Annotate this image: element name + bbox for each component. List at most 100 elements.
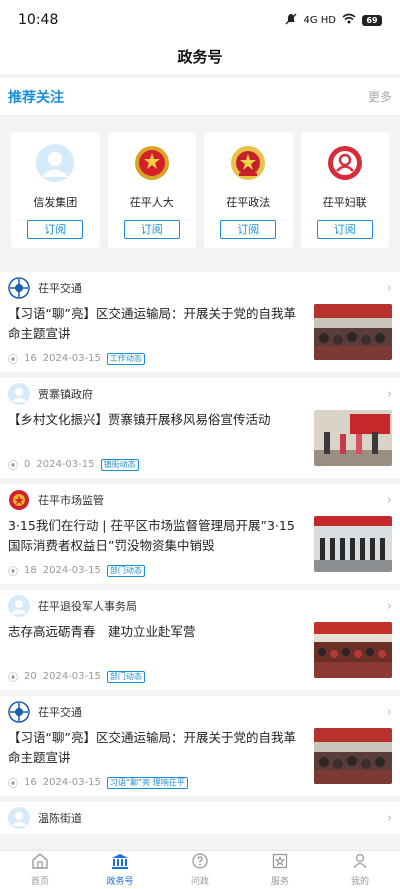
views-icon: ⦿	[8, 567, 18, 578]
network-label: 4G HD	[303, 14, 336, 26]
post-header[interactable]: 茌平交通 ›	[8, 272, 392, 304]
post-source: 茌平交通	[38, 706, 82, 719]
tab-government[interactable]: 政务号	[80, 851, 160, 889]
user-avatar-icon	[8, 807, 30, 829]
post-text: 志存高远砺青春 建功立业赴军营 ⦿ 20 2024-03-15 部门动态	[8, 622, 298, 690]
national-emblem-icon	[133, 144, 171, 182]
recommend-card-zhengfa[interactable]: 茌平政法 订阅	[204, 132, 293, 248]
tab-label: 问政	[190, 877, 209, 887]
post-thumbnail[interactable]	[314, 728, 392, 784]
tab-label: 我的	[350, 877, 369, 887]
home-icon	[31, 853, 49, 872]
post-thumbnail[interactable]	[314, 304, 392, 360]
chevron-right-icon[interactable]: ›	[387, 387, 392, 402]
chevron-right-icon[interactable]: ›	[387, 705, 392, 720]
views-icon: ⦿	[8, 673, 18, 684]
user-avatar-icon	[36, 144, 75, 182]
post-body[interactable]: 【习语“聊”亮】区交通运输局：开展关于党的自我革命主题宣讲 ⦿ 16 2024-…	[8, 304, 392, 372]
traffic-logo-icon	[8, 701, 30, 723]
post-title[interactable]: 【乡村文化振兴】贾寨镇开展移风易俗宣传活动	[8, 410, 298, 430]
tab-inquiry[interactable]: 问政	[160, 851, 240, 889]
feed-item[interactable]: 茌平交通 › 【习语“聊”亮】区交通运输局：开展关于党的自我革命主题宣讲 ⦿ 1…	[0, 272, 400, 372]
politics-law-emblem-icon	[229, 144, 267, 182]
views-icon: ⦿	[8, 461, 18, 472]
more-link[interactable]: 更多	[368, 88, 392, 105]
status-time: 10:48	[18, 12, 59, 28]
traffic-logo-icon	[8, 277, 30, 299]
service-star-icon	[272, 853, 288, 872]
status-icons: 4G HD 69	[285, 13, 382, 28]
chevron-right-icon[interactable]: ›	[387, 811, 392, 826]
category-tag: 工作动态	[106, 352, 145, 365]
feed-item[interactable]: 茌平市场监管 › 3·15我们在行动 | 茌平区市场监督管理局开展”3·15国际…	[0, 484, 400, 584]
post-text: 【习语“聊”亮】区交通运输局：开展关于党的自我革命主题宣讲 ⦿ 16 2024-…	[8, 304, 298, 372]
post-title[interactable]: 【习语“聊”亮】区交通运输局：开展关于党的自我革命主题宣讲	[8, 728, 298, 768]
post-date: 2024-03-15	[42, 353, 101, 364]
post-text: 【乡村文化振兴】贾寨镇开展移风易俗宣传活动 ⦿ 0 2024-03-15 镇街动…	[8, 410, 298, 478]
post-source: 茌平市场监管	[38, 494, 104, 507]
view-count: 18	[24, 565, 37, 576]
tab-service[interactable]: 服务	[240, 851, 320, 889]
post-header[interactable]: 茌平退役军人事务局 ›	[8, 590, 392, 622]
post-body[interactable]: 3·15我们在行动 | 茌平区市场监督管理局开展”3·15国际消费者权益日”罚没…	[8, 516, 392, 584]
feed-item[interactable]: 茌平退役军人事务局 › 志存高远砺青春 建功立业赴军营 ⦿ 20 2024-03…	[0, 590, 400, 690]
feed-item[interactable]: 贾寨镇政府 › 【乡村文化振兴】贾寨镇开展移风易俗宣传活动 ⦿ 0 2024-0…	[0, 378, 400, 478]
category-tag: 习语“聊”亮 理响茌平	[106, 776, 188, 789]
post-header[interactable]: 温陈街道 ›	[8, 802, 392, 834]
view-count: 20	[24, 671, 37, 682]
chevron-right-icon[interactable]: ›	[387, 281, 392, 296]
view-count: 16	[24, 777, 37, 788]
post-source: 茌平交通	[38, 282, 82, 295]
post-body[interactable]: 【乡村文化振兴】贾寨镇开展移风易俗宣传活动 ⦿ 0 2024-03-15 镇街动…	[8, 410, 392, 478]
subscribe-button[interactable]: 订阅	[316, 220, 373, 239]
recommend-card-fulian[interactable]: 茌平妇联 订阅	[300, 132, 389, 248]
views-icon: ⦿	[8, 779, 18, 790]
recommend-card-name: 茌平妇联	[322, 196, 367, 209]
post-source: 贾寨镇政府	[38, 388, 93, 401]
tab-profile[interactable]: 我的	[320, 851, 400, 889]
post-meta: ⦿ 0 2024-03-15 镇街动态	[8, 457, 298, 472]
news-feed: 茌平交通 › 【习语“聊”亮】区交通运输局：开展关于党的自我革命主题宣讲 ⦿ 1…	[0, 272, 400, 840]
post-source: 温陈街道	[38, 812, 82, 825]
subscribe-button[interactable]: 订阅	[220, 220, 277, 239]
chevron-right-icon[interactable]: ›	[387, 493, 392, 508]
status-bar: 10:48 4G HD 69	[0, 0, 400, 40]
post-title[interactable]: 志存高远砺青春 建功立业赴军营	[8, 622, 298, 642]
recommend-card-name: 信发集团	[33, 196, 78, 209]
post-date: 2024-03-15	[42, 671, 101, 682]
subscribe-button[interactable]: 订阅	[123, 220, 180, 239]
recommend-card-xinfa[interactable]: 信发集团 订阅	[11, 132, 100, 248]
category-tag: 部门动态	[106, 564, 145, 577]
post-title[interactable]: 3·15我们在行动 | 茌平区市场监督管理局开展”3·15国际消费者权益日”罚没…	[8, 516, 298, 556]
post-header[interactable]: 贾寨镇政府 ›	[8, 378, 392, 410]
post-thumbnail[interactable]	[314, 622, 392, 678]
post-body[interactable]: 【习语“聊”亮】区交通运输局：开展关于党的自我革命主题宣讲 ⦿ 16 2024-…	[8, 728, 392, 796]
view-count: 0	[24, 459, 31, 470]
post-header[interactable]: 茌平交通 ›	[8, 696, 392, 728]
post-thumbnail[interactable]	[314, 410, 392, 466]
chevron-right-icon[interactable]: ›	[387, 599, 392, 614]
post-meta: ⦿ 16 2024-03-15 工作动态	[8, 351, 298, 366]
page-title: 政务号	[0, 40, 400, 74]
post-thumbnail[interactable]	[314, 516, 392, 572]
post-header[interactable]: 茌平市场监管 ›	[8, 484, 392, 516]
womens-federation-logo-icon	[326, 144, 364, 182]
post-title[interactable]: 【习语“聊”亮】区交通运输局：开展关于党的自我革命主题宣讲	[8, 304, 298, 344]
feed-item[interactable]: 茌平交通 › 【习语“聊”亮】区交通运输局：开展关于党的自我革命主题宣讲 ⦿ 1…	[0, 696, 400, 796]
tab-label: 服务	[270, 877, 289, 887]
post-date: 2024-03-15	[42, 777, 101, 788]
recommend-header: 推荐关注 更多	[0, 78, 400, 116]
recommend-card-name: 茌平政法	[226, 196, 271, 209]
subscribe-button[interactable]: 订阅	[27, 220, 84, 239]
feed-item[interactable]: 温陈街道 ›	[0, 802, 400, 834]
user-avatar-icon	[8, 595, 30, 617]
battery-icon: 69	[362, 14, 382, 26]
tab-home[interactable]: 首页	[0, 851, 80, 889]
recommend-card-renda[interactable]: 茌平人大 订阅	[107, 132, 196, 248]
recommend-title: 推荐关注	[8, 89, 64, 106]
views-icon: ⦿	[8, 355, 18, 366]
government-building-icon	[111, 853, 129, 872]
post-meta: ⦿ 16 2024-03-15 习语“聊”亮 理响茌平	[8, 775, 298, 790]
post-body[interactable]: 志存高远砺青春 建功立业赴军营 ⦿ 20 2024-03-15 部门动态	[8, 622, 392, 690]
tab-label: 首页	[30, 877, 49, 887]
